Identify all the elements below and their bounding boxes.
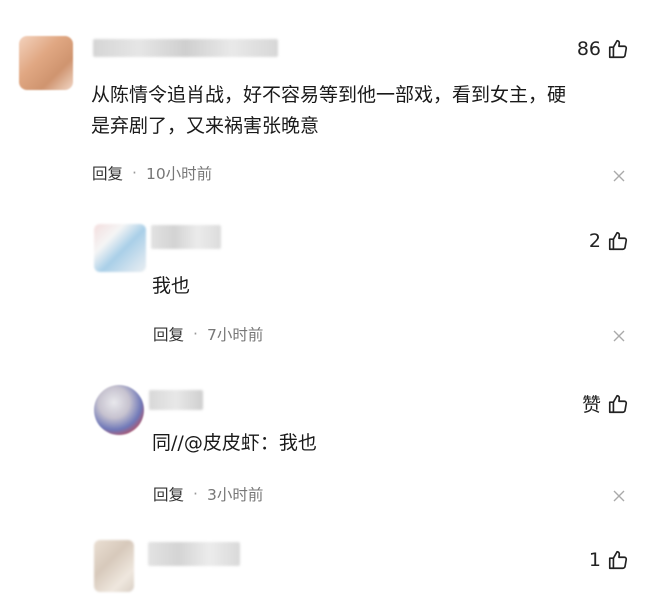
username-redacted[interactable] [149, 390, 203, 410]
thumbs-up-icon [607, 230, 629, 252]
comment-text: 是弃剧了，又来祸害张晚意 [91, 115, 320, 137]
like-count: 86 [576, 38, 601, 60]
like-count: 2 [588, 230, 601, 252]
comment-meta: 回复 · 7小时前 [153, 323, 263, 345]
mention-link[interactable]: @皮皮虾 [184, 432, 260, 454]
like-label: 赞 [581, 394, 601, 416]
comment-text-prefix: 同// [152, 432, 184, 454]
reply-button[interactable]: 回复 [153, 483, 184, 505]
comment-meta: 回复 · 3小时前 [153, 483, 263, 505]
timestamp: 3小时前 [206, 486, 264, 504]
comment-meta: 回复 · 10小时前 [92, 162, 212, 184]
close-icon[interactable] [613, 490, 627, 504]
like-button[interactable]: 86 [577, 38, 629, 60]
meta-separator: · [132, 164, 137, 182]
meta-separator: · [193, 485, 198, 503]
meta-separator: · [193, 325, 198, 343]
close-icon[interactable] [613, 330, 627, 344]
close-icon[interactable] [613, 170, 627, 184]
comment-text: 从陈情令追肖战，好不容易等到他一部戏，看到女主，硬 [91, 84, 567, 106]
thumbs-up-icon [607, 393, 629, 415]
username-redacted[interactable] [151, 225, 221, 249]
username-redacted[interactable] [148, 542, 240, 566]
like-button[interactable]: 2 [589, 230, 629, 252]
reply-button[interactable]: 回复 [92, 162, 123, 184]
like-button[interactable]: 赞 [582, 390, 629, 417]
like-count: 1 [588, 549, 601, 571]
avatar[interactable] [19, 36, 73, 90]
reply-button[interactable]: 回复 [153, 323, 184, 345]
timestamp: 7小时前 [206, 326, 264, 344]
comment-text: 我也 [152, 275, 191, 297]
avatar[interactable] [94, 385, 144, 435]
thumbs-up-icon [607, 38, 629, 60]
avatar[interactable] [94, 224, 146, 272]
like-button[interactable]: 1 [589, 549, 629, 571]
thumbs-up-icon [607, 549, 629, 571]
comment-text: 同//@皮皮虾：我也 [152, 428, 317, 459]
username-redacted[interactable] [93, 39, 278, 57]
avatar[interactable] [94, 540, 134, 592]
comment-text-suffix: ：我也 [259, 432, 317, 454]
timestamp: 10小时前 [145, 165, 213, 183]
